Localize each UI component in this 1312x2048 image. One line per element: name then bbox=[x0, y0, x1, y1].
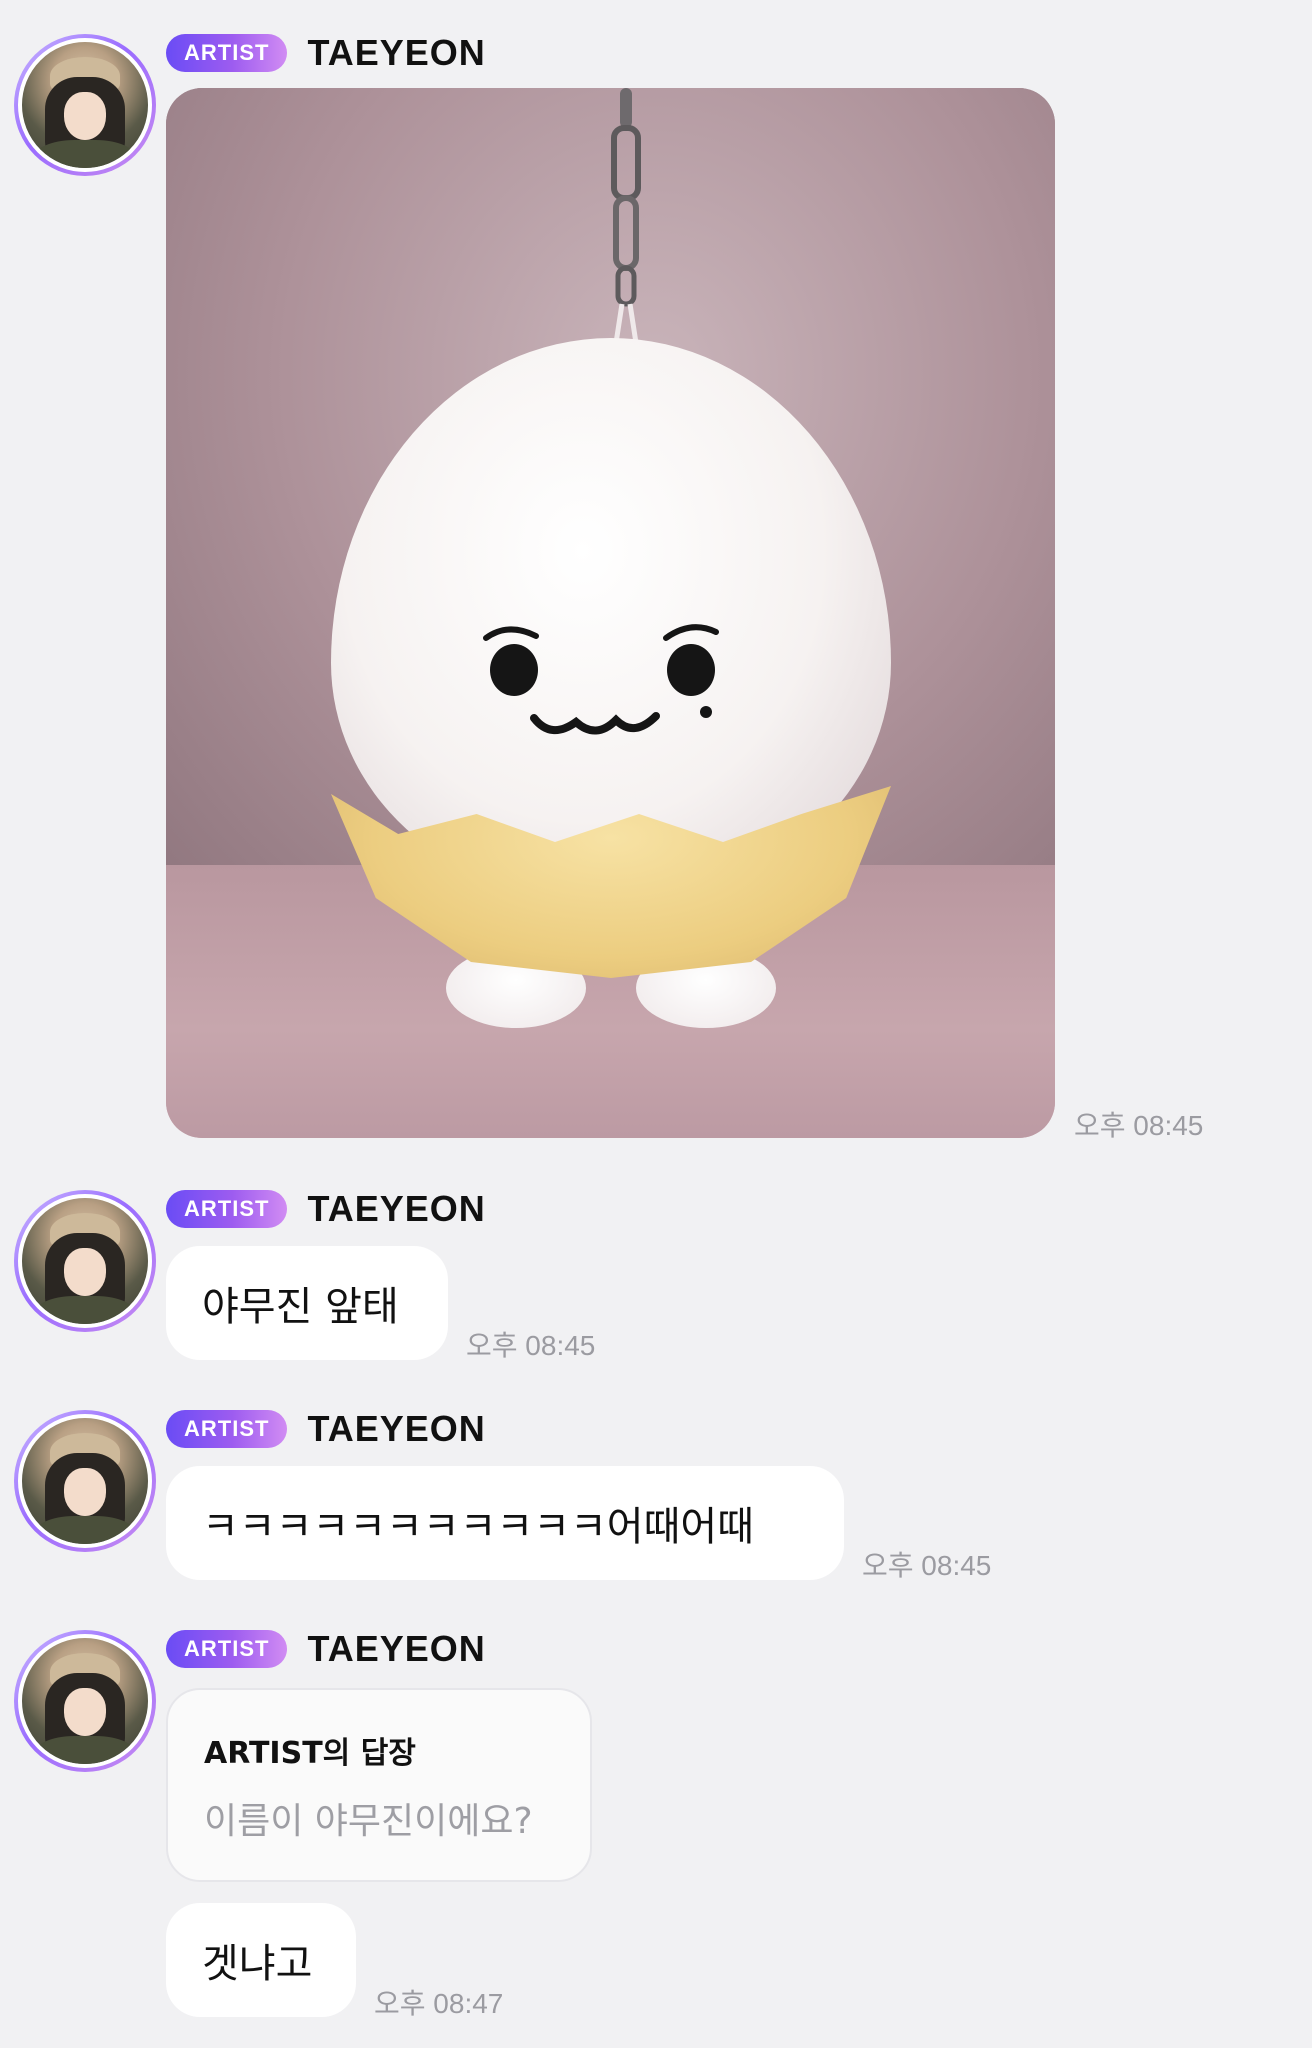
avatar-photo bbox=[18, 1414, 152, 1548]
message-header: ARTIST TAEYEON bbox=[166, 1407, 486, 1451]
keychain-clip-icon bbox=[611, 88, 641, 346]
message-timestamp: 오후 08:45 bbox=[466, 1330, 596, 1361]
reply-quote-text: 이름이 야무진이에요? bbox=[204, 1801, 533, 1842]
avatar-photo bbox=[18, 1194, 152, 1328]
message-bubble[interactable]: 겟냐고 bbox=[166, 1903, 356, 2017]
artist-badge: ARTIST bbox=[166, 1410, 288, 1448]
artist-badge: ARTIST bbox=[166, 1630, 288, 1668]
message-bubble[interactable]: ㅋㅋㅋㅋㅋㅋㅋㅋㅋㅋㅋ어때어때 bbox=[166, 1466, 844, 1580]
avatar-photo bbox=[18, 38, 152, 172]
artist-badge: ARTIST bbox=[166, 34, 288, 72]
artist-badge: ARTIST bbox=[166, 1190, 288, 1228]
artist-avatar[interactable] bbox=[14, 1630, 156, 1772]
sender-name: TAEYEON bbox=[307, 1188, 486, 1229]
sender-name: TAEYEON bbox=[307, 1628, 486, 1669]
artist-avatar[interactable] bbox=[14, 1190, 156, 1332]
reply-quote-card[interactable]: ARTIST의 답장 이름이 야무진이에요? bbox=[166, 1688, 592, 1882]
message-text: 야무진 앞태 bbox=[202, 1284, 399, 1330]
chat-thread: ARTIST TAEYEON 오후 08:45 ARTIST TAEYEON 야… bbox=[0, 0, 1312, 2048]
artist-avatar[interactable] bbox=[14, 34, 156, 176]
reply-title: ARTIST의 답장 bbox=[204, 1736, 416, 1771]
message-timestamp: 오후 08:45 bbox=[1074, 1110, 1204, 1141]
sender-name: TAEYEON bbox=[307, 1408, 486, 1449]
plush-face bbox=[483, 624, 719, 735]
message-text: 겟냐고 bbox=[202, 1941, 313, 1987]
sender-name: TAEYEON bbox=[307, 32, 486, 73]
avatar-photo bbox=[18, 1634, 152, 1768]
message-header: ARTIST TAEYEON bbox=[166, 1627, 486, 1671]
message-bubble[interactable]: 야무진 앞태 bbox=[166, 1246, 448, 1360]
message-timestamp: 오후 08:45 bbox=[862, 1550, 992, 1581]
message-header: ARTIST TAEYEON bbox=[166, 31, 486, 75]
message-image[interactable] bbox=[166, 88, 1055, 1138]
message-header: ARTIST TAEYEON bbox=[166, 1187, 486, 1231]
message-text: ㅋㅋㅋㅋㅋㅋㅋㅋㅋㅋㅋ어때어때 bbox=[202, 1504, 754, 1550]
artist-avatar[interactable] bbox=[14, 1410, 156, 1552]
message-timestamp: 오후 08:47 bbox=[374, 1988, 504, 2019]
